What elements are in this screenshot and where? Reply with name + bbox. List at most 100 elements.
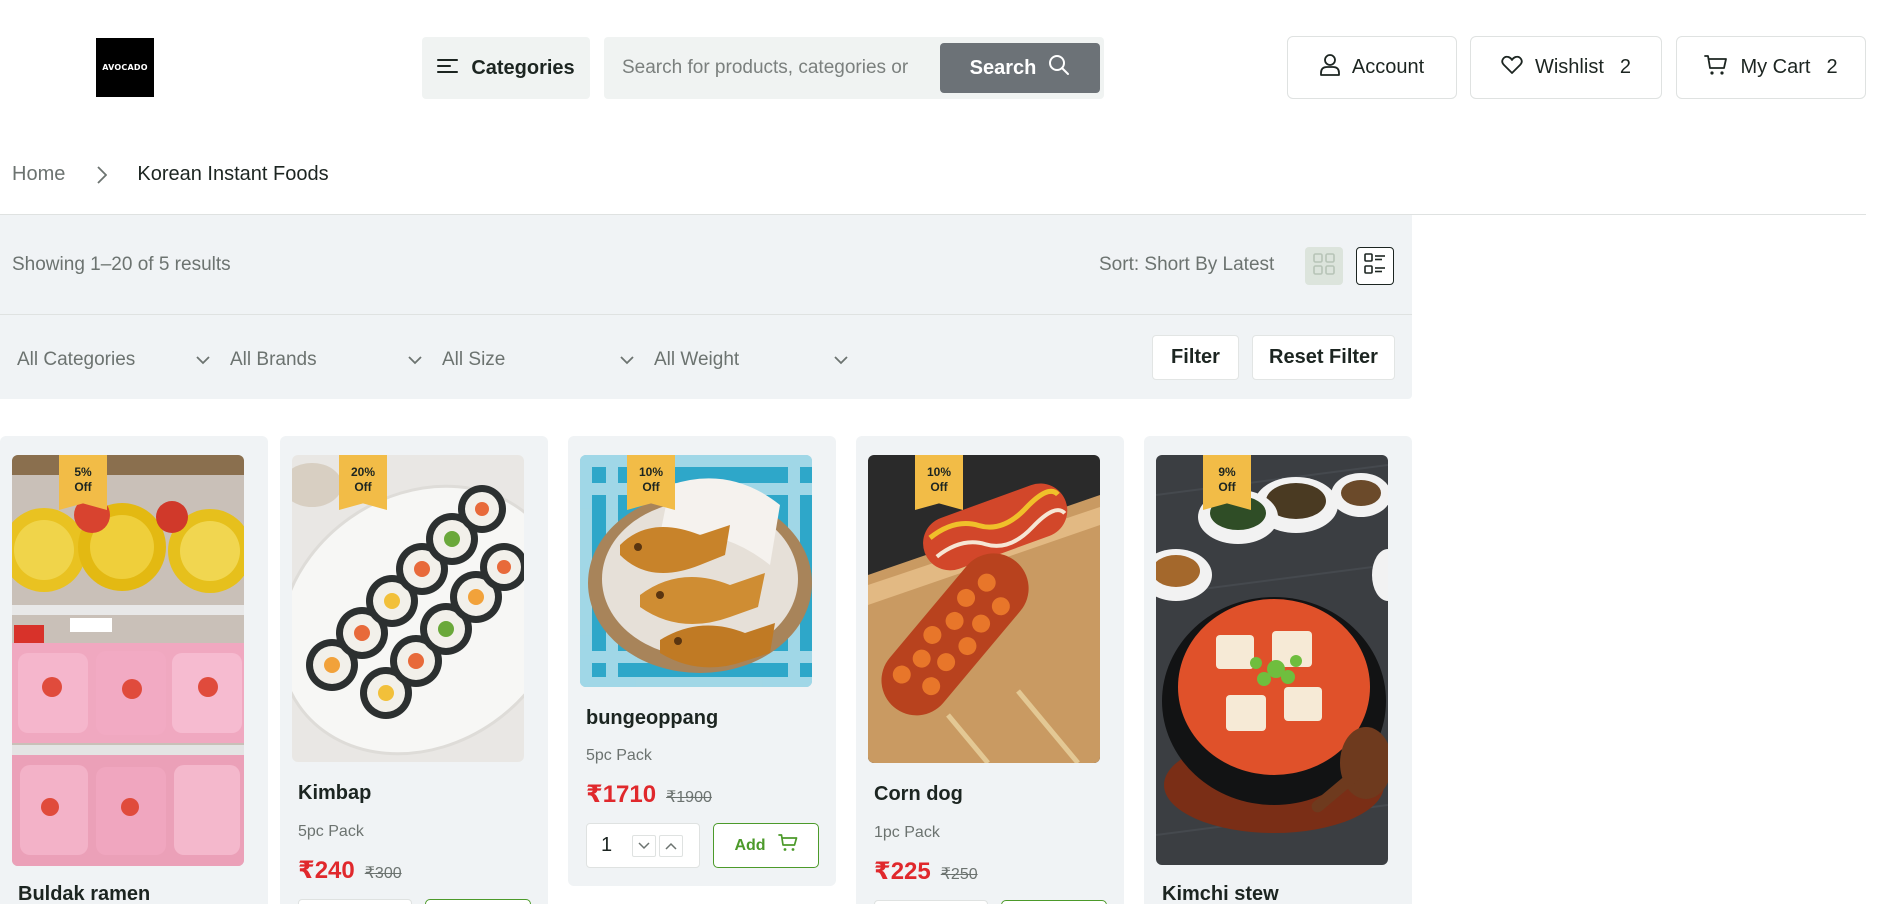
quantity-stepper[interactable]: 1 bbox=[586, 823, 700, 868]
product-name[interactable]: bungeoppang bbox=[586, 707, 718, 730]
discount-badge: 10% Off bbox=[627, 455, 675, 510]
discount-percent: 5% bbox=[74, 465, 92, 479]
quantity-increase-button[interactable] bbox=[659, 835, 683, 857]
discount-percent: 10% bbox=[638, 465, 664, 479]
search-button[interactable]: Search bbox=[940, 43, 1100, 93]
product-name[interactable]: Kimbap bbox=[298, 782, 371, 805]
product-card[interactable]: 10% Off bungeoppang 5pc Pack ₹1710 ₹1900 … bbox=[568, 436, 836, 886]
chevron-down-icon bbox=[196, 349, 210, 371]
add-to-cart-button[interactable] bbox=[425, 899, 531, 904]
chevron-right-icon bbox=[97, 165, 108, 184]
reset-filter-button[interactable]: Reset Filter bbox=[1252, 335, 1395, 380]
account-label: Account bbox=[1351, 56, 1425, 78]
category-filter-value: All Categories bbox=[17, 349, 136, 370]
product-card[interactable]: 5% Off Buldak ramen bbox=[0, 436, 268, 904]
categories-button[interactable]: Categories bbox=[422, 37, 590, 99]
chevron-down-icon bbox=[620, 349, 634, 371]
sort-select[interactable]: Sort: Short By Latest bbox=[1099, 254, 1274, 276]
brand-filter-value: All Brands bbox=[230, 349, 317, 370]
product-name[interactable]: Buldak ramen bbox=[18, 883, 150, 904]
shop-toolbar: Showing 1–20 of 5 results Sort: Short By… bbox=[0, 215, 1412, 399]
search-button-label: Search bbox=[969, 56, 1037, 79]
wishlist-count: 2 bbox=[1619, 56, 1631, 78]
quantity-value[interactable]: 1 bbox=[601, 834, 612, 857]
discount-off-label: Off bbox=[354, 480, 372, 494]
product-card[interactable]: 20% Off Kimbap 5pc Pack ₹240 ₹300 bbox=[280, 436, 548, 904]
search-icon bbox=[1048, 54, 1070, 82]
discount-badge: 20% Off bbox=[339, 455, 387, 510]
quantity-stepper[interactable] bbox=[874, 900, 988, 904]
product-image[interactable]: 10% Off bbox=[868, 455, 1100, 763]
weight-filter-select[interactable]: All Weight bbox=[654, 342, 848, 378]
product-image[interactable]: 10% Off bbox=[580, 455, 812, 687]
discount-badge: 9% Off bbox=[1203, 455, 1251, 510]
cart-label: My Cart bbox=[1740, 56, 1811, 78]
product-pack-size: 5pc Pack bbox=[298, 823, 364, 840]
filter-button[interactable]: Filter bbox=[1152, 335, 1239, 380]
original-price: ₹250 bbox=[940, 866, 978, 883]
product-card[interactable]: 9% Off Kimchi stew bbox=[1144, 436, 1412, 904]
search-bar: Search bbox=[604, 37, 1104, 99]
results-count: Showing 1–20 of 5 results bbox=[12, 254, 231, 275]
grid-icon bbox=[1313, 252, 1335, 280]
product-image[interactable]: 5% Off bbox=[12, 455, 244, 866]
discount-off-label: Off bbox=[930, 480, 948, 494]
wishlist-label: Wishlist bbox=[1534, 56, 1604, 78]
current-price: ₹240 bbox=[298, 857, 355, 884]
product-card[interactable]: 10% Off Corn dog 1pc Pack ₹225 ₹250 bbox=[856, 436, 1124, 904]
cart-button[interactable]: My Cart 2 bbox=[1676, 36, 1866, 99]
quantity-decrease-button[interactable] bbox=[632, 835, 656, 857]
breadcrumb-home-link[interactable]: Home bbox=[12, 163, 65, 186]
discount-off-label: Off bbox=[74, 480, 92, 494]
categories-label: Categories bbox=[471, 56, 575, 79]
chevron-down-icon bbox=[638, 842, 650, 850]
site-logo[interactable]: AVOCADO bbox=[96, 38, 154, 97]
discount-off-label: Off bbox=[1218, 480, 1236, 494]
discount-percent: 20% bbox=[350, 465, 376, 479]
product-name[interactable]: Kimchi stew bbox=[1162, 883, 1279, 904]
product-price: ₹240 ₹300 bbox=[298, 856, 402, 885]
original-price: ₹1900 bbox=[666, 789, 712, 806]
discount-percent: 10% bbox=[926, 465, 952, 479]
size-filter-select[interactable]: All Size bbox=[442, 342, 634, 378]
cart-icon bbox=[777, 834, 798, 857]
add-to-cart-button[interactable]: Add bbox=[713, 823, 819, 868]
discount-percent: 9% bbox=[1218, 465, 1236, 479]
heart-icon bbox=[1501, 55, 1523, 81]
cart-icon bbox=[1704, 54, 1728, 82]
discount-off-label: Off bbox=[642, 480, 660, 494]
current-price: ₹225 bbox=[874, 858, 931, 885]
list-view-button[interactable] bbox=[1356, 247, 1394, 285]
discount-badge: 10% Off bbox=[915, 455, 963, 510]
quantity-stepper[interactable] bbox=[298, 899, 412, 904]
chevron-down-icon bbox=[834, 349, 848, 371]
grid-view-button[interactable] bbox=[1305, 247, 1343, 285]
category-filter-select[interactable]: All Categories bbox=[17, 342, 210, 378]
product-image[interactable]: 20% Off bbox=[292, 455, 524, 762]
cart-count: 2 bbox=[1826, 56, 1838, 78]
menu-icon bbox=[437, 57, 459, 80]
current-price: ₹1710 bbox=[586, 781, 657, 808]
breadcrumb-current: Korean Instant Foods bbox=[137, 163, 329, 185]
product-pack-size: 5pc Pack bbox=[586, 747, 652, 764]
search-input[interactable] bbox=[622, 50, 922, 86]
add-to-cart-button[interactable] bbox=[1001, 900, 1107, 904]
toolbar-divider bbox=[0, 314, 1412, 315]
product-price: ₹225 ₹250 bbox=[874, 857, 978, 886]
user-icon bbox=[1319, 53, 1340, 82]
product-image[interactable]: 9% Off bbox=[1156, 455, 1388, 865]
size-filter-value: All Size bbox=[442, 349, 506, 370]
account-button[interactable]: Account bbox=[1287, 36, 1457, 99]
chevron-up-icon bbox=[665, 842, 677, 850]
breadcrumb: Home Korean Instant Foods bbox=[12, 163, 329, 186]
discount-badge: 5% Off bbox=[59, 455, 107, 510]
list-icon bbox=[1364, 252, 1386, 280]
product-pack-size: 1pc Pack bbox=[874, 824, 940, 841]
wishlist-button[interactable]: Wishlist 2 bbox=[1470, 36, 1662, 99]
product-name[interactable]: Corn dog bbox=[874, 783, 963, 806]
product-price: ₹1710 ₹1900 bbox=[586, 780, 712, 809]
chevron-down-icon bbox=[408, 349, 422, 371]
add-button-label: Add bbox=[734, 836, 766, 854]
brand-filter-select[interactable]: All Brands bbox=[230, 342, 422, 378]
original-price: ₹300 bbox=[364, 865, 402, 882]
